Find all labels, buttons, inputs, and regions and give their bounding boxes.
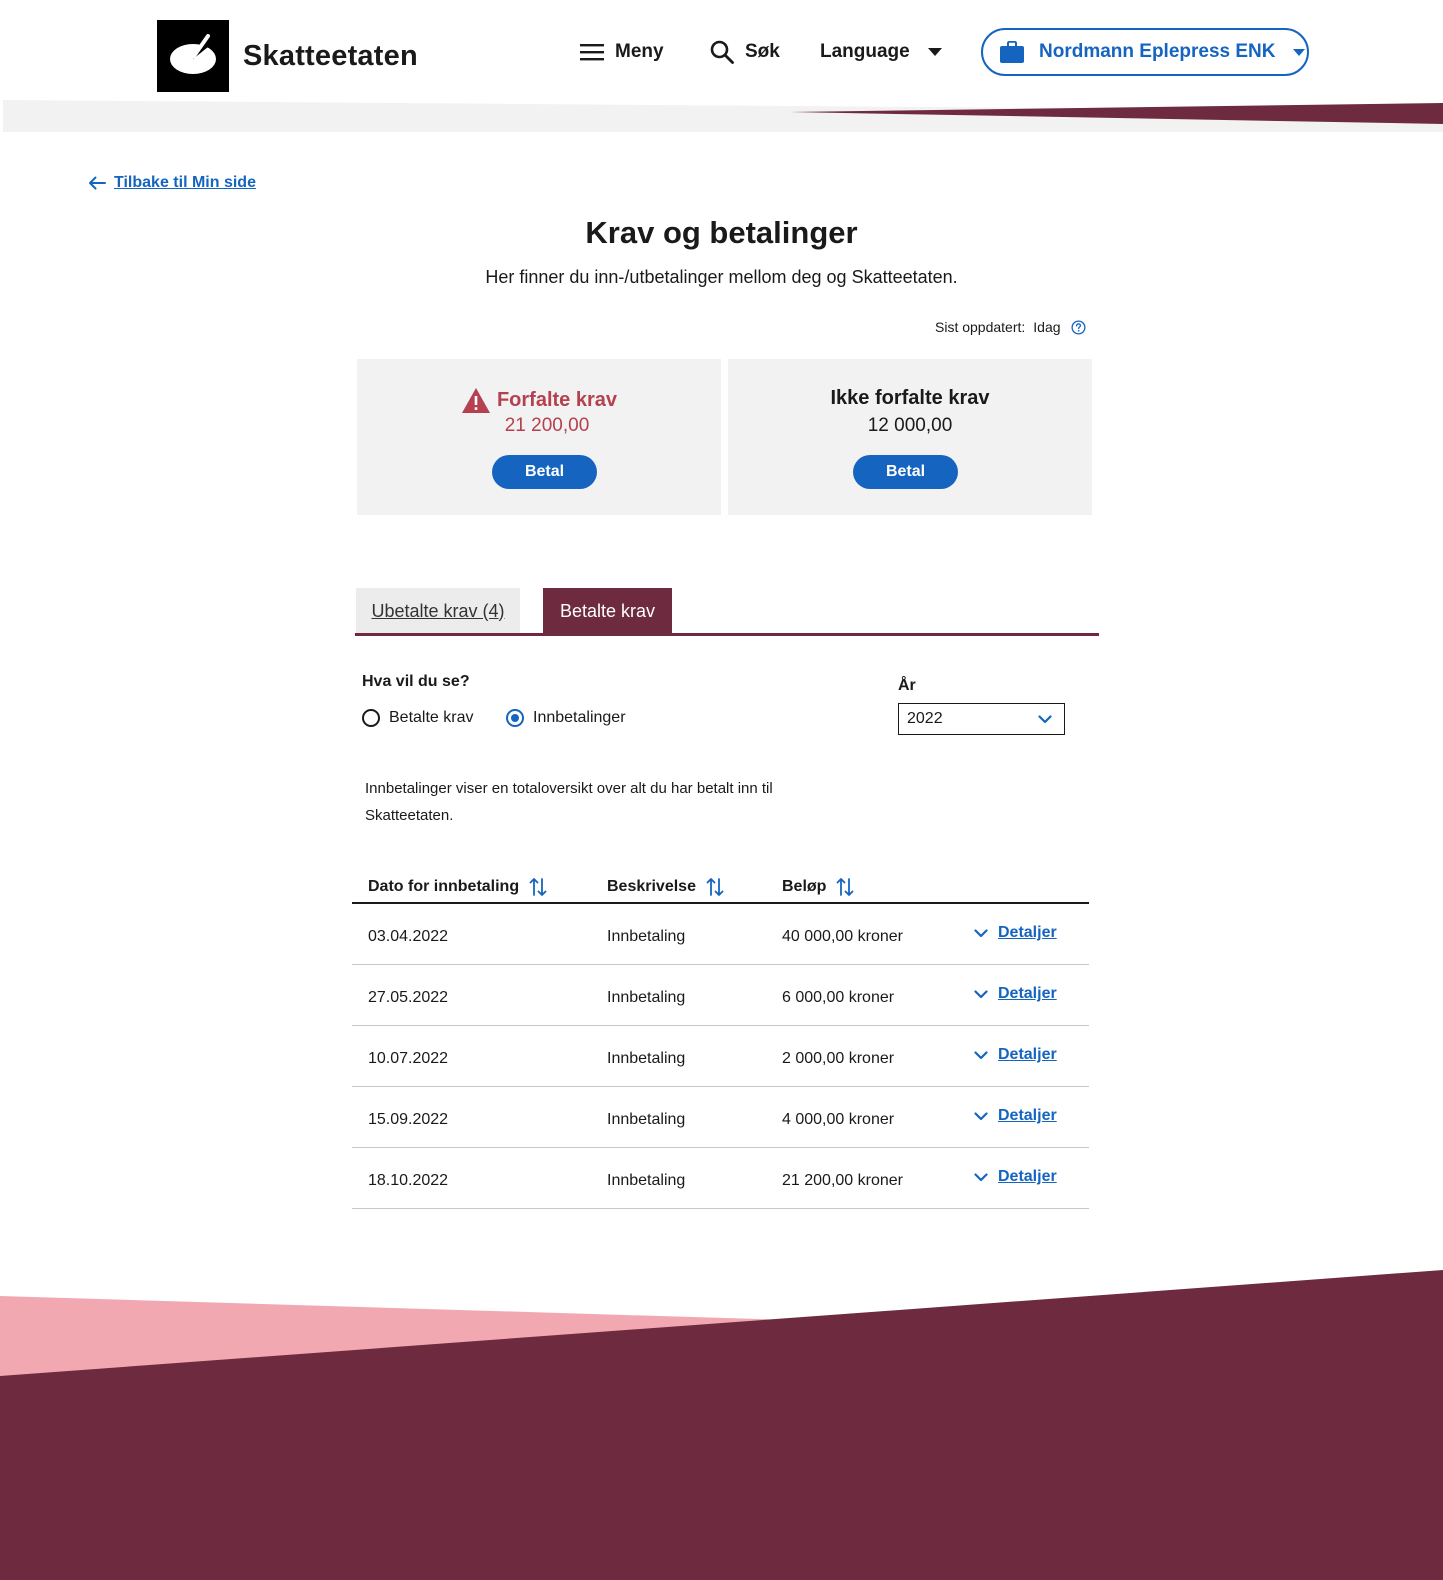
back-to-my-page-link[interactable]: Tilbake til Min side <box>88 174 256 192</box>
overdue-claims-card: Forfalte krav 21 200,00 Betal <box>357 359 721 515</box>
warning-icon <box>461 388 490 413</box>
details-toggle[interactable]: Detaljer <box>974 985 1057 1003</box>
description-header-label: Beskrivelse <box>607 878 696 895</box>
payment-date: 03.04.2022 <box>368 928 449 945</box>
sort-icon <box>837 878 854 896</box>
chevron-down-icon <box>1038 714 1052 723</box>
last-updated-value: Idag <box>1033 319 1061 335</box>
overdue-card-title: Forfalte krav <box>496 389 618 411</box>
caret-down-icon <box>927 48 942 56</box>
table-row: 15.09.2022 Innbetaling 4 000,00 kroner D… <box>352 1087 1089 1148</box>
payment-amount: 4 000,00 kroner <box>782 1111 895 1128</box>
table-row: 27.05.2022 Innbetaling 6 000,00 kroner D… <box>352 965 1089 1026</box>
organization-name: Nordmann Eplepress ENK <box>1039 41 1276 62</box>
sort-icon <box>706 878 724 896</box>
payment-amount: 40 000,00 kroner <box>782 928 903 945</box>
radio-payments-label: Innbetalinger <box>533 709 626 726</box>
briefcase-icon <box>1000 41 1024 63</box>
year-select-value: 2022 <box>907 710 943 727</box>
view-filter-question: Hva vil du se? <box>362 673 470 690</box>
radio-circle-selected <box>506 709 524 727</box>
pay-overdue-button[interactable]: Betal <box>492 455 597 489</box>
payment-description: Innbetaling <box>607 1050 686 1067</box>
hamburger-icon <box>580 44 604 61</box>
sort-by-description-header[interactable]: Beskrivelse <box>607 872 724 902</box>
date-header-label: Dato for innbetaling <box>368 878 520 895</box>
details-label: Detaljer <box>998 1168 1057 1185</box>
payment-description: Innbetaling <box>607 1111 686 1128</box>
amount-header-label: Beløp <box>782 878 827 895</box>
page-intro: Her finner du inn-/utbetalinger mellom d… <box>485 267 958 287</box>
year-label: År <box>898 677 916 694</box>
payment-amount: 6 000,00 kroner <box>782 989 895 1006</box>
sort-icon <box>529 878 547 896</box>
language-label: Language <box>820 41 910 62</box>
not-overdue-card-title: Ikke forfalte krav <box>830 387 990 409</box>
details-toggle[interactable]: Detaljer <box>974 924 1057 942</box>
table-row: 03.04.2022 Innbetaling 40 000,00 kroner … <box>352 904 1089 965</box>
radio-payments[interactable]: Innbetalinger <box>506 709 626 727</box>
table-row: 18.10.2022 Innbetaling 21 200,00 kroner … <box>352 1148 1089 1209</box>
details-toggle[interactable]: Detaljer <box>974 1107 1057 1125</box>
last-updated: Sist oppdatert: Idag <box>935 319 1086 335</box>
tab-unpaid-claims[interactable]: Ubetalte krav (4) <box>356 588 520 634</box>
footer-decor <box>0 1270 1443 1580</box>
chevron-down-icon <box>974 928 988 937</box>
logo-mark-icon <box>170 34 216 74</box>
arrow-left-icon <box>89 176 106 190</box>
not-overdue-card-header: Ikke forfalte krav <box>728 387 1092 410</box>
payment-description: Innbetaling <box>607 989 686 1006</box>
payment-date: 27.05.2022 <box>368 989 449 1006</box>
back-link-label: Tilbake til Min side <box>114 174 256 191</box>
details-label: Detaljer <box>998 924 1057 941</box>
payments-info-text: Innbetalinger viser en totaloversikt ove… <box>365 780 773 824</box>
page-title: Krav og betalinger <box>585 215 858 250</box>
radio-circle-unselected <box>362 709 380 727</box>
language-selector[interactable]: Language <box>820 38 942 66</box>
chevron-down-icon <box>974 1050 988 1059</box>
tab-paid-claims[interactable]: Betalte krav <box>543 588 672 634</box>
radio-paid-claims[interactable]: Betalte krav <box>362 709 473 727</box>
year-select[interactable]: 2022 <box>898 703 1065 735</box>
tab-underline <box>355 633 1099 636</box>
payment-date: 18.10.2022 <box>368 1172 449 1189</box>
skatteetaten-logo[interactable] <box>157 20 229 92</box>
payment-description: Innbetaling <box>607 928 686 945</box>
overdue-card-amount: 21 200,00 <box>504 415 590 436</box>
details-label: Detaljer <box>998 1046 1057 1063</box>
not-overdue-card-amount: 12 000,00 <box>867 415 953 436</box>
header-decor-band <box>3 100 1443 132</box>
details-label: Detaljer <box>998 1107 1057 1124</box>
brand-name: Skatteetaten <box>243 40 418 72</box>
not-overdue-claims-card: Ikke forfalte krav 12 000,00 Betal <box>728 359 1092 515</box>
details-toggle[interactable]: Detaljer <box>974 1046 1057 1064</box>
overdue-card-header: Forfalte krav <box>357 387 721 414</box>
details-toggle[interactable]: Detaljer <box>974 1168 1057 1186</box>
search-label: Søk <box>745 41 780 62</box>
chevron-down-icon <box>974 1111 988 1120</box>
organization-switcher[interactable]: Nordmann Eplepress ENK <box>981 28 1309 76</box>
menu-button[interactable]: Meny <box>580 38 664 66</box>
payment-date: 15.09.2022 <box>368 1111 449 1128</box>
menu-label: Meny <box>615 41 664 62</box>
search-icon <box>710 40 734 64</box>
payment-amount: 21 200,00 kroner <box>782 1172 903 1189</box>
last-updated-label: Sist oppdatert: <box>935 319 1026 335</box>
chevron-down-icon <box>974 989 988 998</box>
table-row: 10.07.2022 Innbetaling 2 000,00 kroner D… <box>352 1026 1089 1087</box>
help-icon[interactable] <box>1070 319 1086 335</box>
chevron-down-icon <box>974 1172 988 1181</box>
details-label: Detaljer <box>998 985 1057 1002</box>
caret-down-icon <box>1292 48 1305 56</box>
payment-amount: 2 000,00 kroner <box>782 1050 895 1067</box>
radio-paid-claims-label: Betalte krav <box>389 709 474 726</box>
search-button[interactable]: Søk <box>710 38 780 66</box>
sort-by-amount-header[interactable]: Beløp <box>782 872 854 902</box>
pay-not-overdue-button[interactable]: Betal <box>853 455 958 489</box>
payment-date: 10.07.2022 <box>368 1050 449 1067</box>
sort-by-date-header[interactable]: Dato for innbetaling <box>368 872 547 902</box>
payment-description: Innbetaling <box>607 1172 686 1189</box>
